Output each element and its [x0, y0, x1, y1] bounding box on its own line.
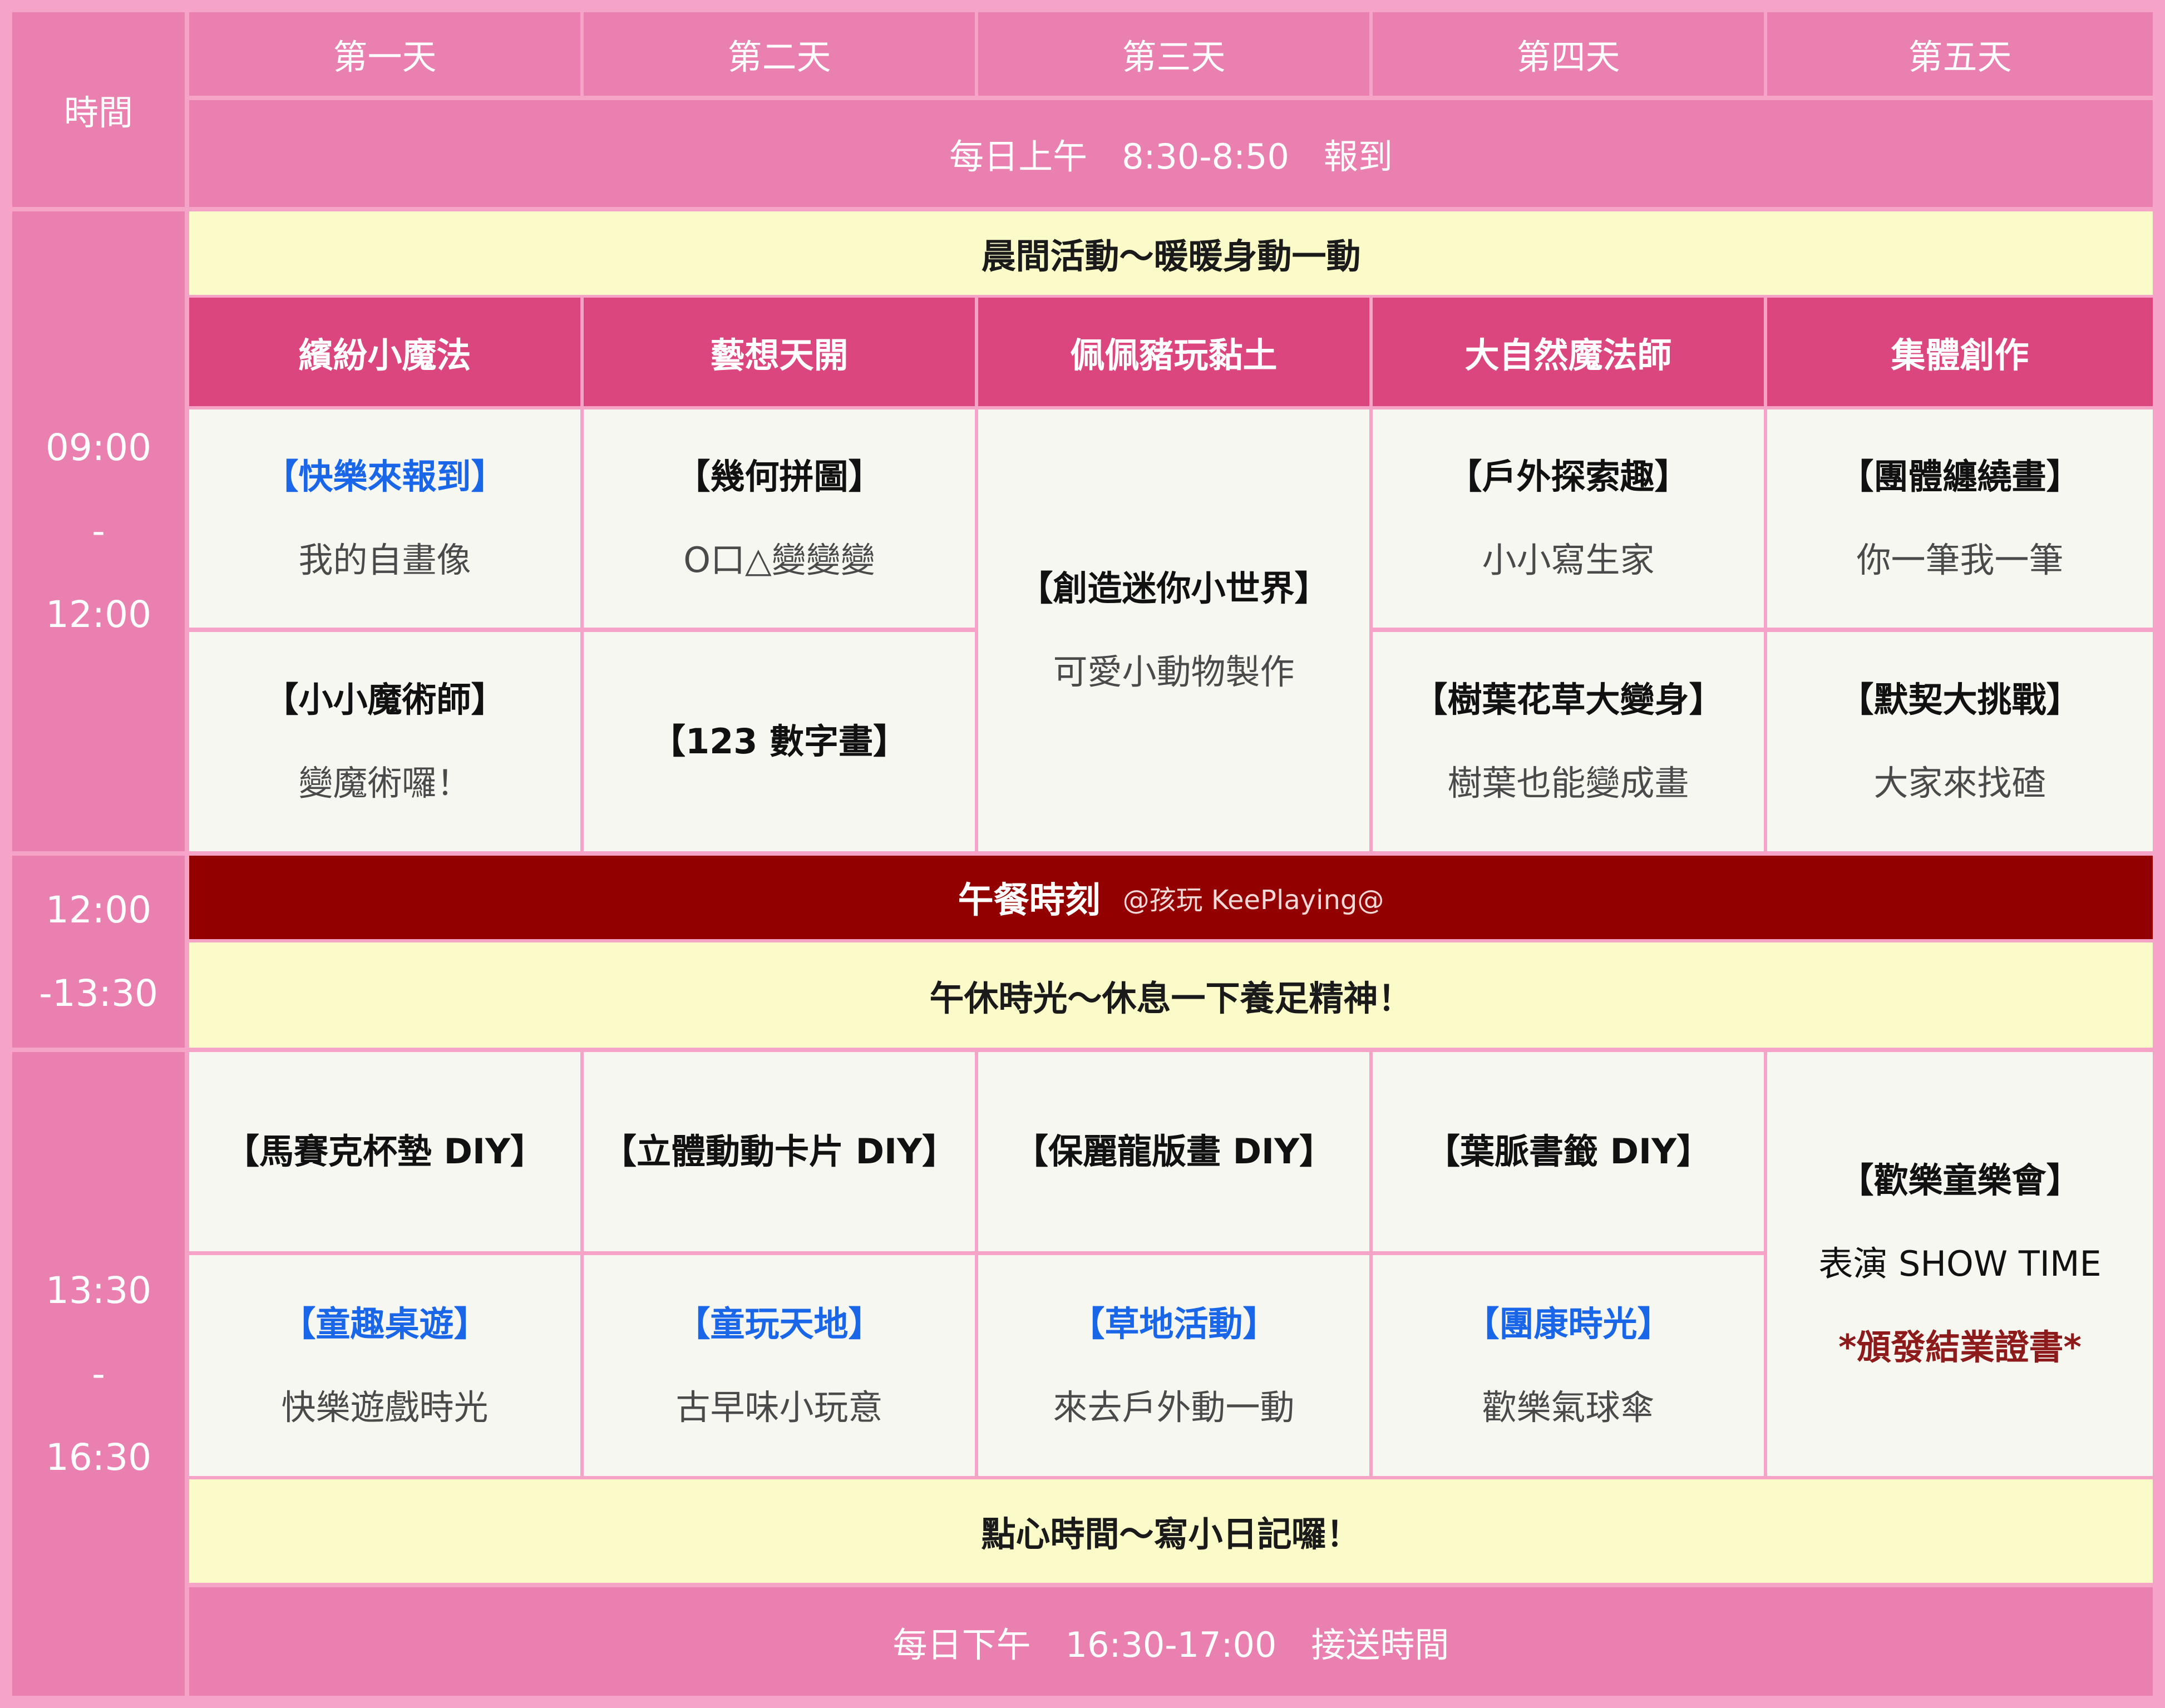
- afternoon-start-time: 13:30: [45, 1268, 152, 1312]
- game-day1: 【童趣桌遊】 快樂遊戲時光: [189, 1255, 580, 1476]
- activity-day3-morning: 【創造迷你小世界】 可愛小動物製作: [978, 409, 1369, 851]
- activity-title: 【創造迷你小世界】: [1018, 568, 1329, 609]
- theme-label-2: 藝想天開: [710, 334, 849, 376]
- activity-subtitle: 你一筆我一筆: [1856, 540, 2064, 580]
- theme-5: 集體創作: [1767, 298, 2153, 406]
- morning-time-cell: 09:00 - 12:00: [12, 211, 185, 851]
- diy-day4: 【葉脈書籤 DIY】: [1373, 1052, 1764, 1251]
- theme-3: 佩佩豬玩黏土: [978, 298, 1369, 406]
- lunch-time-cell: 12:00 -13:30: [12, 856, 185, 1048]
- activity-subtitle: 變魔術囉！: [298, 763, 471, 803]
- theme-label-1: 繽紛小魔法: [298, 334, 471, 376]
- activity-title: 【123 數字畫】: [650, 721, 908, 762]
- activity-day2-morning-a: 【幾何拼圖】 O口△變變變: [584, 409, 975, 628]
- morning-time-dash: -: [92, 510, 105, 552]
- day-header-3: 第三天: [978, 12, 1369, 96]
- theme-label-5: 集體創作: [1891, 334, 2029, 376]
- game-subtitle: 來去戶外動一動: [1053, 1386, 1295, 1428]
- morning-start-time: 09:00: [45, 426, 152, 469]
- afternoon-time-cell: 13:30 - 16:30: [12, 1052, 185, 1696]
- activity-title: 【歡樂童樂會】: [1839, 1160, 2081, 1201]
- afternoon-end-time: 16:30: [45, 1435, 152, 1479]
- afternoon-time-dash: -: [92, 1352, 105, 1395]
- lunch-band: 午餐時刻 @孩玩 KeePlaying@: [189, 856, 2153, 939]
- morning-end-time: 12:00: [45, 593, 152, 636]
- game-day2: 【童玩天地】 古早味小玩意: [584, 1255, 975, 1476]
- lunch-title: 午餐時刻: [958, 880, 1101, 921]
- morning-band: 晨間活動～暖暖身動一動: [189, 211, 2153, 295]
- day-label-5: 第五天: [1908, 37, 2012, 77]
- activity-subtitle: 可愛小動物製作: [1053, 651, 1295, 692]
- activity-title: 【樹葉花草大變身】: [1413, 679, 1724, 720]
- game-title: 【童玩天地】: [675, 1303, 883, 1344]
- pickup-row: 每日下午 16:30-17:00 接送時間: [189, 1587, 2153, 1696]
- game-subtitle: 歡樂氣球傘: [1482, 1386, 1655, 1428]
- activity-day4-morning-b: 【樹葉花草大變身】 樹葉也能變成畫: [1373, 632, 1764, 851]
- activity-day5-morning-b: 【默契大挑戰】 大家來找碴: [1767, 632, 2153, 851]
- checkin-row: 每日上午 8:30-8:50 報到: [189, 100, 2153, 207]
- time-header-label: 時間: [63, 92, 133, 133]
- activity-day1-morning-b: 【小小魔術師】 變魔術囉！: [189, 632, 580, 851]
- watermark: @孩玩 KeePlaying@: [1122, 885, 1384, 916]
- day-label-3: 第三天: [1122, 37, 1226, 77]
- activity-title: 【幾何拼圖】: [675, 456, 883, 497]
- snack-band: 點心時間～寫小日記囉！: [189, 1479, 2153, 1583]
- activity-title: 【默契大挑戰】: [1839, 679, 2081, 720]
- day-label-2: 第二天: [727, 37, 831, 77]
- day-label-1: 第一天: [333, 37, 437, 77]
- theme-label-3: 佩佩豬玩黏土: [1070, 334, 1278, 376]
- diy-title: 【立體動動卡片 DIY】: [601, 1131, 956, 1172]
- activity-day4-morning-a: 【戶外探索趣】 小小寫生家: [1373, 409, 1764, 628]
- diy-title: 【葉脈書籤 DIY】: [1425, 1131, 1711, 1172]
- game-title: 【團康時光】: [1464, 1303, 1672, 1344]
- pickup-text: 每日下午 16:30-17:00 接送時間: [892, 1624, 1449, 1665]
- diy-title: 【馬賽克杯墊 DIY】: [224, 1131, 545, 1172]
- nap-band: 午休時光～休息一下養足精神！: [189, 942, 2153, 1048]
- day-header-2: 第二天: [584, 12, 975, 96]
- game-title: 【草地活動】: [1070, 1303, 1278, 1344]
- theme-1: 繽紛小魔法: [189, 298, 580, 406]
- snack-text: 點心時間～寫小日記囉！: [981, 1514, 1361, 1554]
- game-subtitle: 快樂遊戲時光: [281, 1386, 489, 1428]
- theme-4: 大自然魔法師: [1373, 298, 1764, 406]
- theme-2: 藝想天開: [584, 298, 975, 406]
- activity-subtitle: 樹葉也能變成畫: [1447, 763, 1689, 803]
- lunch-start-time: 12:00: [45, 888, 152, 931]
- morning-band-text: 晨間活動～暖暖身動一動: [981, 236, 1361, 277]
- activity-subtitle: 我的自畫像: [298, 540, 471, 580]
- day-header-1: 第一天: [189, 12, 580, 96]
- activity-subtitle: O口△變變變: [683, 540, 875, 580]
- lunch-end-time: -13:30: [38, 971, 159, 1015]
- activity-day5-afternoon: 【歡樂童樂會】 表演 SHOW TIME *頒發結業證書*: [1767, 1052, 2153, 1476]
- theme-label-4: 大自然魔法師: [1464, 334, 1672, 376]
- activity-title: 【小小魔術師】: [264, 679, 506, 720]
- day-header-4: 第四天: [1373, 12, 1764, 96]
- activity-title: 【團體纏繞畫】: [1839, 456, 2081, 497]
- diy-title: 【保麗龍版畫 DIY】: [1013, 1131, 1334, 1172]
- certificate-note: *頒發結業證書*: [1838, 1327, 2082, 1368]
- day-header-5: 第五天: [1767, 12, 2153, 96]
- game-title: 【童趣桌遊】: [281, 1303, 489, 1344]
- activity-day2-morning-b: 【123 數字畫】: [584, 632, 975, 851]
- diy-day2: 【立體動動卡片 DIY】: [584, 1052, 975, 1251]
- activity-day5-morning-a: 【團體纏繞畫】 你一筆我一筆: [1767, 409, 2153, 628]
- game-subtitle: 古早味小玩意: [675, 1386, 883, 1428]
- activity-title: 【戶外探索趣】: [1447, 456, 1689, 497]
- day-label-4: 第四天: [1516, 37, 1620, 77]
- activity-subtitle: 表演 SHOW TIME: [1818, 1243, 2102, 1284]
- game-day3: 【草地活動】 來去戶外動一動: [978, 1255, 1369, 1476]
- activity-day1-morning-a: 【快樂來報到】 我的自畫像: [189, 409, 580, 628]
- diy-day1: 【馬賽克杯墊 DIY】: [189, 1052, 580, 1251]
- activity-subtitle: 大家來找碴: [1873, 763, 2046, 803]
- game-day4: 【團康時光】 歡樂氣球傘: [1373, 1255, 1764, 1476]
- checkin-text: 每日上午 8:30-8:50 報到: [949, 136, 1393, 177]
- activity-title: 【快樂來報到】: [264, 456, 506, 497]
- diy-day3: 【保麗龍版畫 DIY】: [978, 1052, 1369, 1251]
- time-header: 時間: [12, 12, 185, 207]
- activity-subtitle: 小小寫生家: [1482, 540, 1655, 580]
- nap-text: 午休時光～休息一下養足精神！: [929, 978, 1413, 1019]
